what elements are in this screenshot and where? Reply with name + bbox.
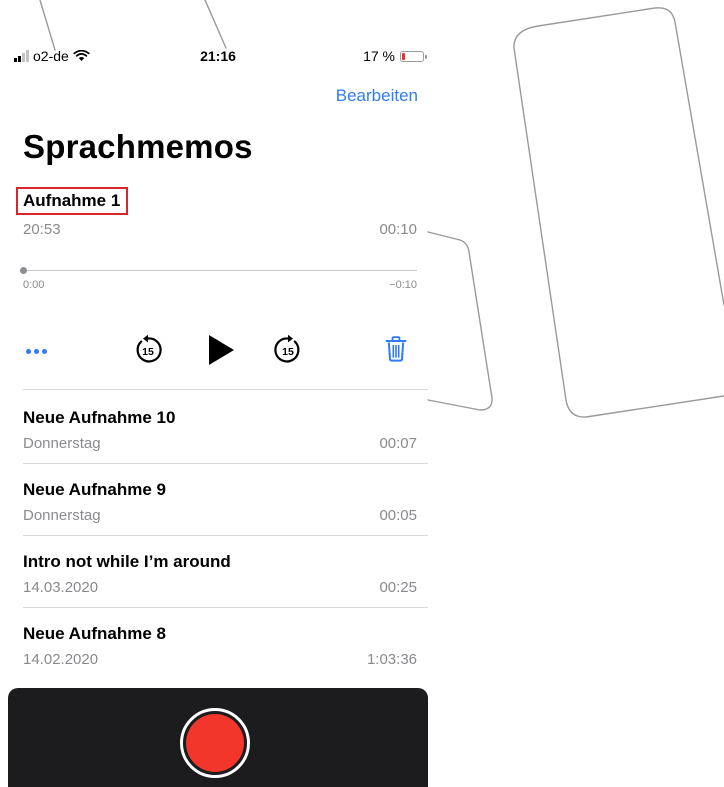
- skip-forward-button[interactable]: 15: [272, 334, 304, 366]
- elapsed-time: 0:00: [23, 279, 45, 291]
- list-item[interactable]: Neue Aufnahme 8 14.02.2020 1:03:36: [8, 624, 428, 694]
- recording-duration: 1:03:36: [366, 651, 417, 668]
- record-toolbar: [8, 688, 428, 787]
- active-recording-meta: 20:53 00:10: [23, 221, 417, 238]
- recording-title: Neue Aufnahme 8: [23, 624, 166, 643]
- recording-date: 14.02.2020: [23, 651, 99, 668]
- list-item[interactable]: Intro not while I’m around 14.03.2020 00…: [8, 552, 428, 622]
- skip-forward-15-icon: 15: [274, 334, 300, 363]
- recording-duration: 00:25: [379, 579, 417, 596]
- recording-title: Intro not while I’m around: [23, 552, 231, 571]
- recording-title: Neue Aufnahme 9: [23, 480, 166, 499]
- svg-text:15: 15: [142, 346, 154, 358]
- list-item[interactable]: Neue Aufnahme 9 Donnerstag 00:05: [8, 480, 428, 550]
- svg-text:15: 15: [282, 346, 294, 358]
- divider: [23, 389, 428, 390]
- recording-date: Donnerstag: [23, 507, 101, 524]
- voice-memos-screen: o2-de 21:16 17 % Bearbeiten Sprachmemos …: [8, 0, 428, 787]
- more-options-button[interactable]: [22, 340, 50, 360]
- playback-scrubber[interactable]: [20, 267, 417, 274]
- playback-times: 0:00 −0:10: [23, 279, 417, 291]
- divider: [23, 607, 428, 608]
- divider: [23, 535, 428, 536]
- more-icon: [24, 341, 48, 359]
- battery-info: 17 %: [363, 48, 427, 64]
- scrubber-handle[interactable]: [20, 267, 27, 274]
- record-icon: [186, 714, 244, 772]
- battery-icon: [400, 50, 427, 62]
- status-bar: o2-de 21:16 17 %: [8, 48, 428, 70]
- recording-duration: 00:05: [379, 507, 417, 524]
- remaining-time: −0:10: [389, 279, 417, 291]
- battery-percent: 17 %: [363, 48, 395, 64]
- delete-button[interactable]: [384, 335, 408, 363]
- play-icon: [209, 335, 234, 365]
- page-title: Sprachmemos: [23, 128, 253, 165]
- recording-title: Neue Aufnahme 10: [23, 408, 176, 427]
- active-recording-highlight: Aufnahme 1: [16, 187, 129, 215]
- active-recording-duration: 00:10: [379, 221, 417, 238]
- active-recording-date: 20:53: [23, 221, 61, 238]
- list-item[interactable]: Neue Aufnahme 10 Donnerstag 00:07: [8, 408, 428, 478]
- divider: [23, 463, 428, 464]
- recording-duration: 00:07: [379, 435, 417, 452]
- trash-icon: [385, 336, 407, 362]
- active-recording-title[interactable]: Aufnahme 1: [23, 191, 120, 211]
- skip-back-button[interactable]: 15: [132, 334, 164, 366]
- record-button[interactable]: [180, 708, 250, 778]
- recording-date: Donnerstag: [23, 435, 101, 452]
- edit-button[interactable]: Bearbeiten: [336, 86, 418, 106]
- recording-date: 14.03.2020: [23, 579, 99, 596]
- playback-controls: 15 15: [8, 330, 428, 370]
- play-button[interactable]: [202, 332, 238, 368]
- skip-back-15-icon: 15: [136, 334, 162, 363]
